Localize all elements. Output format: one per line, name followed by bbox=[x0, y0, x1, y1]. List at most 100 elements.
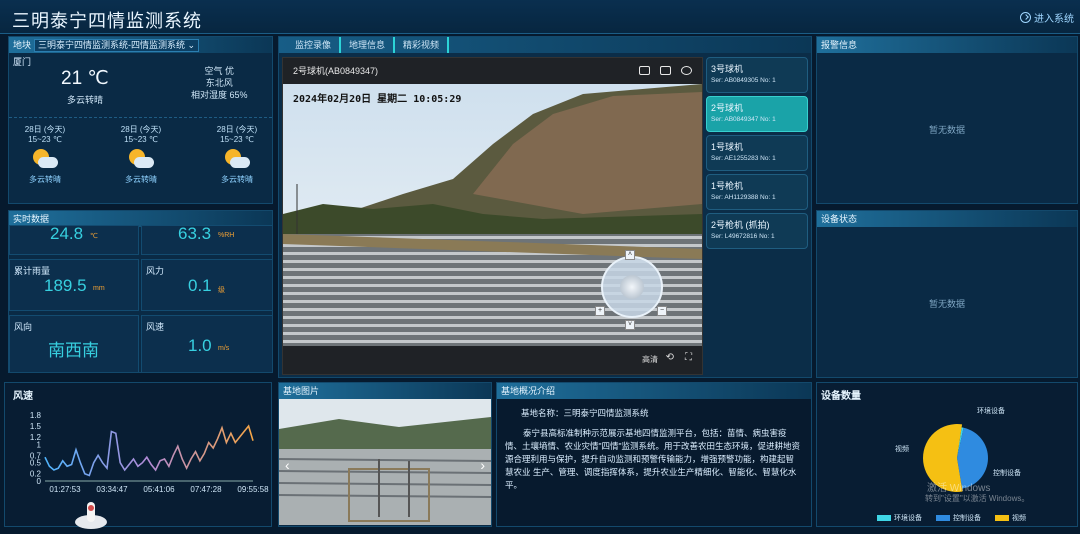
prev-photo-icon[interactable]: ‹ bbox=[285, 457, 290, 473]
mascot-rocket-icon bbox=[74, 500, 108, 529]
wind-line-chart: 00.20.50.711.21.51.801:27:53 03:34:47 05:4… bbox=[30, 411, 269, 494]
humidity-text: 相对湿度 65% bbox=[191, 90, 248, 100]
x-tick-label: 09:55:58 bbox=[237, 485, 269, 494]
forecast-day: 28日 (今天) 15~23 ℃ 多云转晴 bbox=[207, 125, 267, 185]
video-header: 2号球机(AB0849347) bbox=[283, 58, 702, 84]
y-tick-label: 0.2 bbox=[30, 470, 42, 479]
enter-system-button[interactable]: 进入系统 bbox=[1020, 10, 1074, 25]
intro-body: 泰宁县高标准制种示范展示基地四情监测平台，包括：苗情、病虫害疫情、土壤墒情、农业… bbox=[505, 428, 801, 490]
wind-force-value: 0.1 bbox=[188, 276, 212, 295]
wind-speed-cell: 风速 1.0 m/s bbox=[141, 315, 272, 372]
legend-item[interactable]: 视频 bbox=[995, 513, 1026, 523]
humidity-cell: 63.3 %RH bbox=[141, 224, 272, 255]
fullscreen-icon[interactable]: ⛶ bbox=[685, 352, 692, 363]
forecast-range: 15~23 ℃ bbox=[220, 135, 254, 144]
temperature-unit: ℃ bbox=[90, 233, 98, 240]
temperature-cell: 24.8 ℃ bbox=[9, 224, 139, 255]
quality-label[interactable]: 高清 bbox=[642, 354, 658, 365]
realtime-panel: 实时数据 24.8 ℃ 63.3 %RH 累计雨量 189.5 mm 风力 0.… bbox=[8, 210, 273, 373]
rainfall-unit: mm bbox=[93, 285, 105, 292]
tab-geo[interactable]: 地理信息 bbox=[341, 37, 396, 53]
x-tick-label: 07:47:28 bbox=[190, 485, 222, 494]
zoom-out-button[interactable]: − bbox=[657, 306, 667, 316]
refresh-icon[interactable]: ⟲ bbox=[666, 352, 674, 363]
windows-watermark-sub: 转到"设置"以激活 Windows。 bbox=[925, 494, 1030, 503]
wind-speed-unit: m/s bbox=[218, 345, 230, 352]
wind-force-unit: 级 bbox=[218, 287, 225, 294]
tab-monitor[interactable]: 监控录像 bbox=[287, 37, 342, 53]
forecast-range: 15~23 ℃ bbox=[28, 135, 62, 144]
wind-force-label: 风力 bbox=[146, 266, 165, 276]
zoom-icon[interactable] bbox=[681, 66, 692, 75]
windows-watermark: 激活 Windows bbox=[927, 483, 991, 494]
x-tick-label: 01:27:53 bbox=[49, 485, 81, 494]
location-select-value: 三明泰宁四情监测系统-四情监测系统 bbox=[38, 39, 186, 50]
wind-force-cell: 风力 0.1 级 bbox=[141, 259, 272, 311]
pie-label: 控制设备 bbox=[993, 468, 1021, 477]
partly-cloudy-icon bbox=[127, 149, 155, 171]
x-tick-label: 05:41:06 bbox=[143, 485, 175, 494]
forecast-date: 28日 (今天) bbox=[216, 125, 258, 134]
rainfall-value: 189.5 bbox=[44, 276, 87, 295]
location-select[interactable]: 三明泰宁四情监测系统-四情监测系统 ⌄ bbox=[34, 38, 200, 52]
forecast-date: 28日 (今天) bbox=[24, 125, 66, 134]
temperature-value: 24.8 bbox=[50, 224, 84, 243]
wind-direction-cell: 风向 南西南 bbox=[9, 315, 139, 372]
video-osd-time: 2024年02月20日 星期二 10:05:29 bbox=[293, 94, 462, 105]
forecast-condition: 多云转晴 bbox=[221, 175, 253, 184]
intro-title: 基地概况介绍 bbox=[497, 383, 811, 399]
ptz-center[interactable] bbox=[620, 275, 644, 299]
forecast-date: 28日 (今天) bbox=[120, 125, 162, 134]
video-tabs: 监控录像 地理信息 精彩视频 bbox=[279, 37, 811, 53]
intro-panel: 基地概况介绍 基地名称：三明泰宁四情监测系统 泰宁县高标准制种示范展示基地四情监… bbox=[496, 382, 812, 527]
base-name: 基地名称：三明泰宁四情监测系统 bbox=[521, 408, 649, 418]
forecast-condition: 多云转晴 bbox=[125, 175, 157, 184]
camera-item[interactable]: 1号球机 Ser: AE1255283 No: 1 bbox=[706, 135, 808, 171]
ptz-up-button[interactable]: ˄ bbox=[625, 250, 635, 260]
current-temperature: 21 ℃ bbox=[61, 68, 109, 89]
camera-item-selected[interactable]: 2号球机 Ser: AB0849347 No: 1 bbox=[706, 96, 808, 132]
pie-label: 视频 bbox=[895, 444, 909, 453]
forecast-day: 28日 (今天) 15~23 ℃ 多云转晴 bbox=[15, 125, 75, 185]
base-photo-panel: 基地图片 ‹ › bbox=[278, 382, 492, 527]
base-photo-image bbox=[279, 399, 491, 525]
camera-item[interactable]: 2号枪机 (抓拍) Ser: L49672816 No: 1 bbox=[706, 213, 808, 249]
tab-video[interactable]: 精彩视频 bbox=[395, 37, 450, 53]
camera-title: 2号球机(AB0849347) bbox=[293, 66, 379, 76]
city-name: 厦门 bbox=[13, 57, 32, 67]
air-info: 空气 优 东北风 相对湿度 65% bbox=[191, 65, 248, 101]
video-player[interactable]: 2号球机(AB0849347) 2024年02月20日 星期二 10:05:29… bbox=[282, 57, 703, 375]
ptz-control[interactable] bbox=[601, 256, 663, 318]
ptz-down-button[interactable]: ˅ bbox=[625, 320, 635, 330]
humidity-value: 63.3 bbox=[178, 224, 212, 243]
forecast-day: 28日 (今天) 15~23 ℃ 多云转晴 bbox=[111, 125, 171, 185]
camera-feed: 2024年02月20日 星期二 10:05:29 ˄ ˅ + − bbox=[283, 84, 702, 346]
app-title: 三明泰宁四情监测系统 bbox=[12, 11, 202, 31]
alarm-title: 报警信息 bbox=[817, 37, 1077, 53]
camera-item[interactable]: 1号枪机 Ser: AH1129388 No: 1 bbox=[706, 174, 808, 210]
partly-cloudy-icon bbox=[31, 149, 59, 171]
device-status-panel: 设备状态 暂无数据 bbox=[816, 210, 1078, 378]
device-status-title: 设备状态 bbox=[817, 211, 1077, 227]
record-icon[interactable] bbox=[660, 66, 671, 75]
video-footer: 高清 ⟲ ⛶ bbox=[283, 344, 702, 374]
air-quality: 空气 优 bbox=[204, 66, 235, 76]
snapshot-icon[interactable] bbox=[639, 66, 650, 75]
wind-speed-label: 风速 bbox=[146, 322, 165, 332]
device-count-panel: 设备数量 环境设备 控制设备 视频 激活 Windows 转到"设置"以激活 Win… bbox=[816, 382, 1078, 527]
next-photo-icon[interactable]: › bbox=[480, 457, 485, 473]
legend-item[interactable]: 环境设备 bbox=[877, 513, 922, 523]
forecast-condition: 多云转晴 bbox=[29, 175, 61, 184]
weather-condition: 多云转晴 bbox=[67, 95, 104, 105]
pie-label: 环境设备 bbox=[977, 406, 1005, 415]
enter-system-label: 进入系统 bbox=[1034, 14, 1074, 25]
wind-direction-text: 东北风 bbox=[205, 78, 233, 88]
y-tick-label: 1.8 bbox=[30, 411, 42, 420]
wind-chart-panel: 风速 0 0.2 0.5 0.7 1 1.2 1.5 1.8 01:27:53 03:34:47 0… bbox=[4, 382, 272, 527]
device-status-empty: 暂无数据 bbox=[929, 299, 966, 309]
zoom-in-button[interactable]: + bbox=[595, 306, 605, 316]
camera-item[interactable]: 3号球机 Ser: AB0849305 No: 1 bbox=[706, 57, 808, 93]
legend-item[interactable]: 控制设备 bbox=[936, 513, 981, 523]
x-tick-label: 03:34:47 bbox=[96, 485, 128, 494]
top-bar: 三明泰宁四情监测系统 进入系统 bbox=[0, 0, 1080, 34]
